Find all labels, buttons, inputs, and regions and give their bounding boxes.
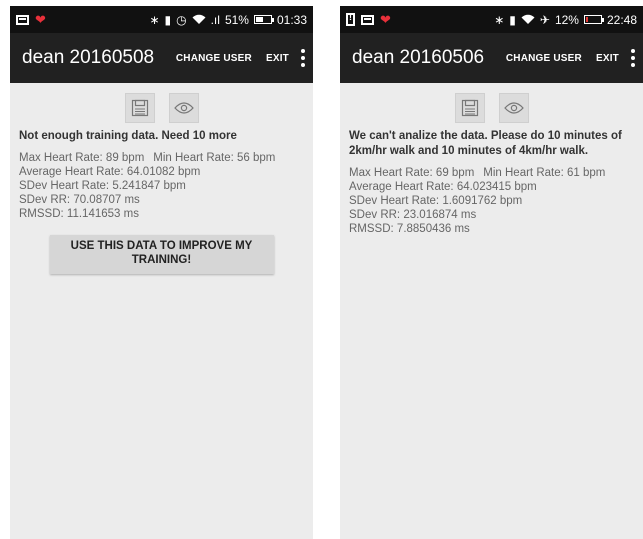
app-bar: dean 20160506 CHANGE USER EXIT [340, 33, 643, 83]
average-heart-rate: Average Heart Rate: 64.023415 bpm [349, 181, 537, 193]
save-button[interactable] [124, 93, 155, 123]
exit-button[interactable]: EXIT [596, 53, 619, 64]
phone-screen-left: ❤ ∗ ▮ ◷ .ıl 51% 01:33 dean 20160508 CHAN… [10, 6, 313, 539]
clock: 01:33 [276, 12, 307, 27]
min-heart-rate: Min Heart Rate: 56 bpm [153, 152, 276, 164]
sdev-rr: SDev RR: 23.016874 ms [349, 209, 477, 221]
sdev-rr: SDev RR: 70.08707 ms [19, 194, 140, 206]
rmssd: RMSSD: 11.141653 ms [19, 208, 139, 220]
battery-percent: 51% [224, 12, 249, 27]
overflow-menu-icon[interactable] [631, 49, 635, 67]
sdev-heart-rate: SDev Heart Rate: 5.241847 bpm [19, 180, 186, 192]
clock: 22:48 [606, 12, 637, 27]
vibrate-icon: ▮ [164, 12, 172, 27]
battery-icon [583, 15, 604, 24]
floppy-disk-icon [461, 99, 478, 117]
change-user-button[interactable]: CHANGE USER [506, 53, 582, 64]
phone-screen-right: ❤ ∗ ▮ ✈ 12% 22:48 dean 20160506 CHANGE U… [340, 6, 643, 539]
alarm-icon: ◷ [176, 12, 187, 27]
app-title: dean 20160506 [352, 47, 485, 68]
status-message: Not enough training data. Need 10 more [19, 130, 237, 142]
wifi-icon [192, 14, 206, 24]
notification-icon [361, 14, 374, 25]
view-button[interactable] [168, 93, 199, 123]
min-heart-rate: Min Heart Rate: 61 bpm [483, 167, 606, 179]
overflow-menu-icon[interactable] [301, 49, 305, 67]
max-heart-rate: Max Heart Rate: 89 bpm [19, 152, 145, 164]
content-area: We can't analize the data. Please do 10 … [340, 83, 643, 244]
floppy-disk-icon [131, 99, 148, 117]
exit-button[interactable]: EXIT [266, 53, 289, 64]
signal-icon: .ıl [210, 12, 220, 27]
wifi-icon [521, 14, 535, 24]
status-bar: ❤ ∗ ▮ ✈ 12% 22:48 [340, 6, 643, 33]
bluetooth-icon: ∗ [149, 12, 160, 27]
eye-icon [173, 102, 194, 114]
eye-icon [503, 102, 524, 114]
bluetooth-icon: ∗ [494, 12, 505, 27]
vibrate-icon: ▮ [509, 12, 516, 27]
heart-icon: ❤ [380, 12, 391, 27]
notification-icon [16, 14, 29, 25]
app-bar: dean 20160508 CHANGE USER EXIT [10, 33, 313, 83]
use-data-button[interactable]: USE THIS DATA TO IMPROVE MY TRAINING! [49, 235, 274, 274]
rmssd: RMSSD: 7.8850436 ms [349, 223, 470, 235]
average-heart-rate: Average Heart Rate: 64.01082 bpm [19, 166, 201, 178]
app-title: dean 20160508 [22, 47, 155, 68]
heart-rate-range: Max Heart Rate: 69 bpm Min Heart Rate: 61… [349, 166, 634, 180]
sdev-heart-rate: SDev Heart Rate: 1.6091762 bpm [349, 195, 523, 207]
battery-icon [253, 15, 274, 24]
content-area: Not enough training data. Need 10 more M… [10, 83, 313, 282]
max-heart-rate: Max Heart Rate: 69 bpm [349, 167, 475, 179]
status-bar: ❤ ∗ ▮ ◷ .ıl 51% 01:33 [10, 6, 313, 33]
view-button[interactable] [498, 93, 529, 123]
save-button[interactable] [454, 93, 485, 123]
change-user-button[interactable]: CHANGE USER [176, 53, 252, 64]
battery-percent: 12% [554, 12, 579, 27]
airplane-icon: ✈ [539, 12, 550, 27]
status-message: We can't analize the data. Please do 10 … [349, 130, 622, 157]
battery-alert-icon [346, 12, 355, 26]
heart-rate-range: Max Heart Rate: 89 bpm Min Heart Rate: 56… [19, 151, 304, 165]
heart-icon: ❤ [35, 12, 46, 27]
